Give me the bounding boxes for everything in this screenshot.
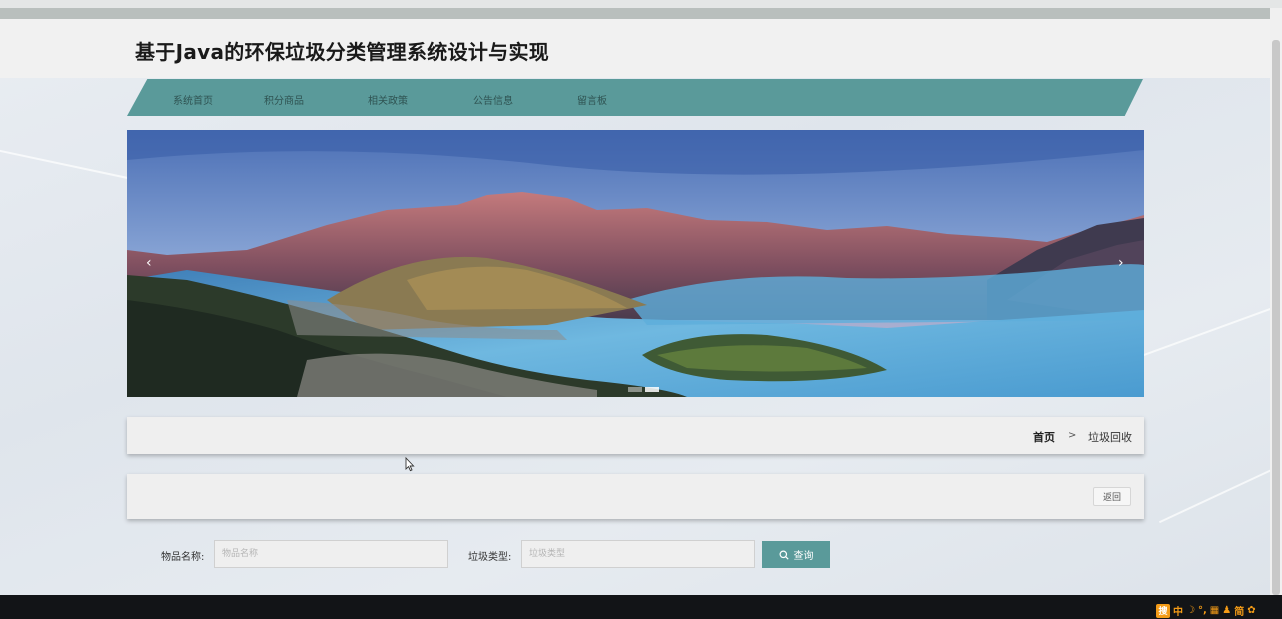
window-top-strip [0,0,1282,8]
nav-item-announcements[interactable]: 公告信息 [473,92,513,107]
ime-chinese-mode[interactable]: 中 [1173,603,1183,618]
carousel-next-icon[interactable]: › [1118,255,1124,271]
lake-mountain-image [127,130,1144,397]
search-icon [779,550,789,560]
ime-toolbar[interactable]: 搜 中 ☽ °, ▦ ♟ 简 ✿ [1156,603,1256,618]
nav-item-policies[interactable]: 相关政策 [368,92,408,107]
ime-punctuation-icon[interactable]: °, [1198,605,1207,616]
garbage-type-input[interactable] [521,540,755,568]
back-button[interactable]: 返回 [1093,487,1131,506]
ime-settings-icon[interactable]: ✿ [1247,605,1255,616]
site-title: 基于Java的环保垃圾分类管理系统设计与实现 [135,40,550,64]
item-name-input[interactable] [214,540,448,568]
ime-moon-icon[interactable]: ☽ [1186,605,1195,616]
breadcrumb-home-link[interactable]: 首页 [1033,429,1055,445]
carousel-dot-active[interactable] [645,387,659,392]
scrollbar-thumb[interactable] [1272,40,1280,595]
item-name-label: 物品名称: [161,552,205,563]
carousel-prev-icon[interactable]: ‹ [146,255,152,271]
footer-bar [0,595,1282,619]
breadcrumb-separator: > [1068,430,1077,441]
mouse-cursor-icon [405,457,415,472]
carousel-indicators [628,387,659,392]
breadcrumb-current: 垃圾回收 [1088,431,1132,444]
nav-item-points-goods[interactable]: 积分商品 [264,92,304,107]
action-panel [127,474,1144,519]
ime-simplified-mode[interactable]: 简 [1234,603,1244,618]
carousel-dot[interactable] [628,387,642,392]
ime-user-icon[interactable]: ♟ [1222,605,1231,616]
ime-keyboard-icon[interactable]: ▦ [1210,605,1219,616]
nav-item-message-board[interactable]: 留言板 [577,92,607,107]
garbage-type-label: 垃圾类型: [468,552,512,563]
query-button[interactable]: 查询 [762,541,830,568]
ime-logo-icon[interactable]: 搜 [1156,603,1170,618]
query-button-label: 查询 [793,551,814,562]
carousel-banner[interactable] [127,130,1144,397]
window-top-band [0,8,1270,19]
breadcrumb-panel [127,417,1144,454]
nav-item-home[interactable]: 系统首页 [173,92,213,107]
